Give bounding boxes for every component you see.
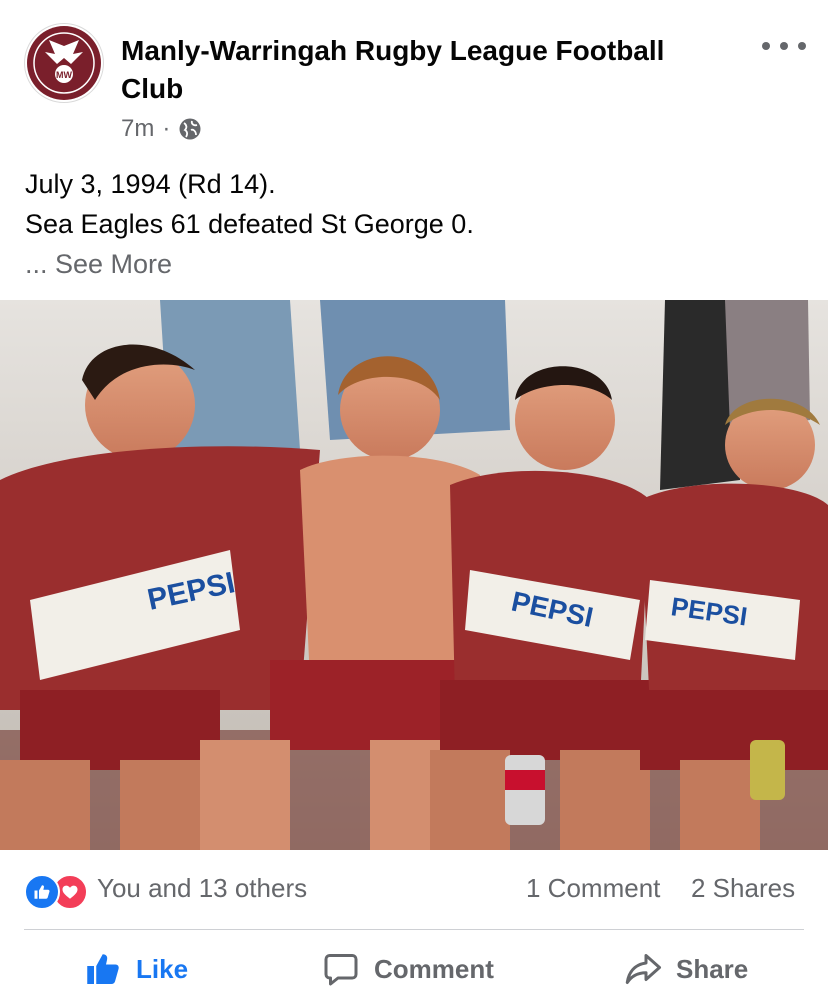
see-more-link[interactable]: ... See More <box>25 244 805 284</box>
team-photo-image: PEPSI PEPSI PEPSI <box>0 300 828 850</box>
page-name-link[interactable]: Manly-Warringah Rugby League Football Cl… <box>121 32 721 108</box>
post-text-line: July 3, 1994 (Rd 14). <box>25 169 276 199</box>
logo-center-text: MW <box>56 70 72 80</box>
thumbs-up-icon <box>87 954 119 984</box>
like-label: Like <box>136 953 189 984</box>
share-button[interactable]: Share <box>624 940 748 998</box>
comment-label: Comment <box>374 953 494 984</box>
like-button[interactable]: Like <box>84 940 188 998</box>
divider <box>24 929 804 930</box>
comment-count[interactable]: 1 Comment <box>526 873 660 904</box>
club-logo-icon: MW <box>27 26 101 100</box>
more-dot <box>780 42 788 50</box>
comment-button[interactable]: Comment <box>322 940 494 998</box>
post-text-line: Sea Eagles 61 defeated St George 0. <box>25 209 474 239</box>
post-header: MW Manly-Warringah Rugby League Football… <box>0 0 828 160</box>
post-meta: 7m · <box>121 114 202 144</box>
reaction-count[interactable]: You and 13 others <box>97 873 307 904</box>
more-horizontal-icon <box>762 42 770 50</box>
meta-separator: · <box>162 115 171 142</box>
page-avatar[interactable]: MW <box>25 24 103 102</box>
post-body: July 3, 1994 (Rd 14). Sea Eagles 61 defe… <box>25 164 805 284</box>
reaction-icons[interactable] <box>24 874 92 910</box>
share-label: Share <box>676 953 749 984</box>
like-reaction-icon <box>24 874 60 910</box>
more-options-button[interactable] <box>762 34 806 58</box>
share-arrow-icon <box>625 954 661 984</box>
reactions-summary: You and 13 others 1 Comment 2 Shares <box>0 862 828 918</box>
share-count[interactable]: 2 Shares <box>691 873 795 904</box>
globe-icon[interactable] <box>178 117 202 141</box>
post-photo[interactable]: PEPSI PEPSI PEPSI <box>0 300 828 850</box>
post-actions: Like Comment Share <box>0 940 828 998</box>
post-timestamp[interactable]: 7m <box>121 115 154 143</box>
comment-bubble-icon <box>324 954 358 986</box>
more-dot <box>798 42 806 50</box>
